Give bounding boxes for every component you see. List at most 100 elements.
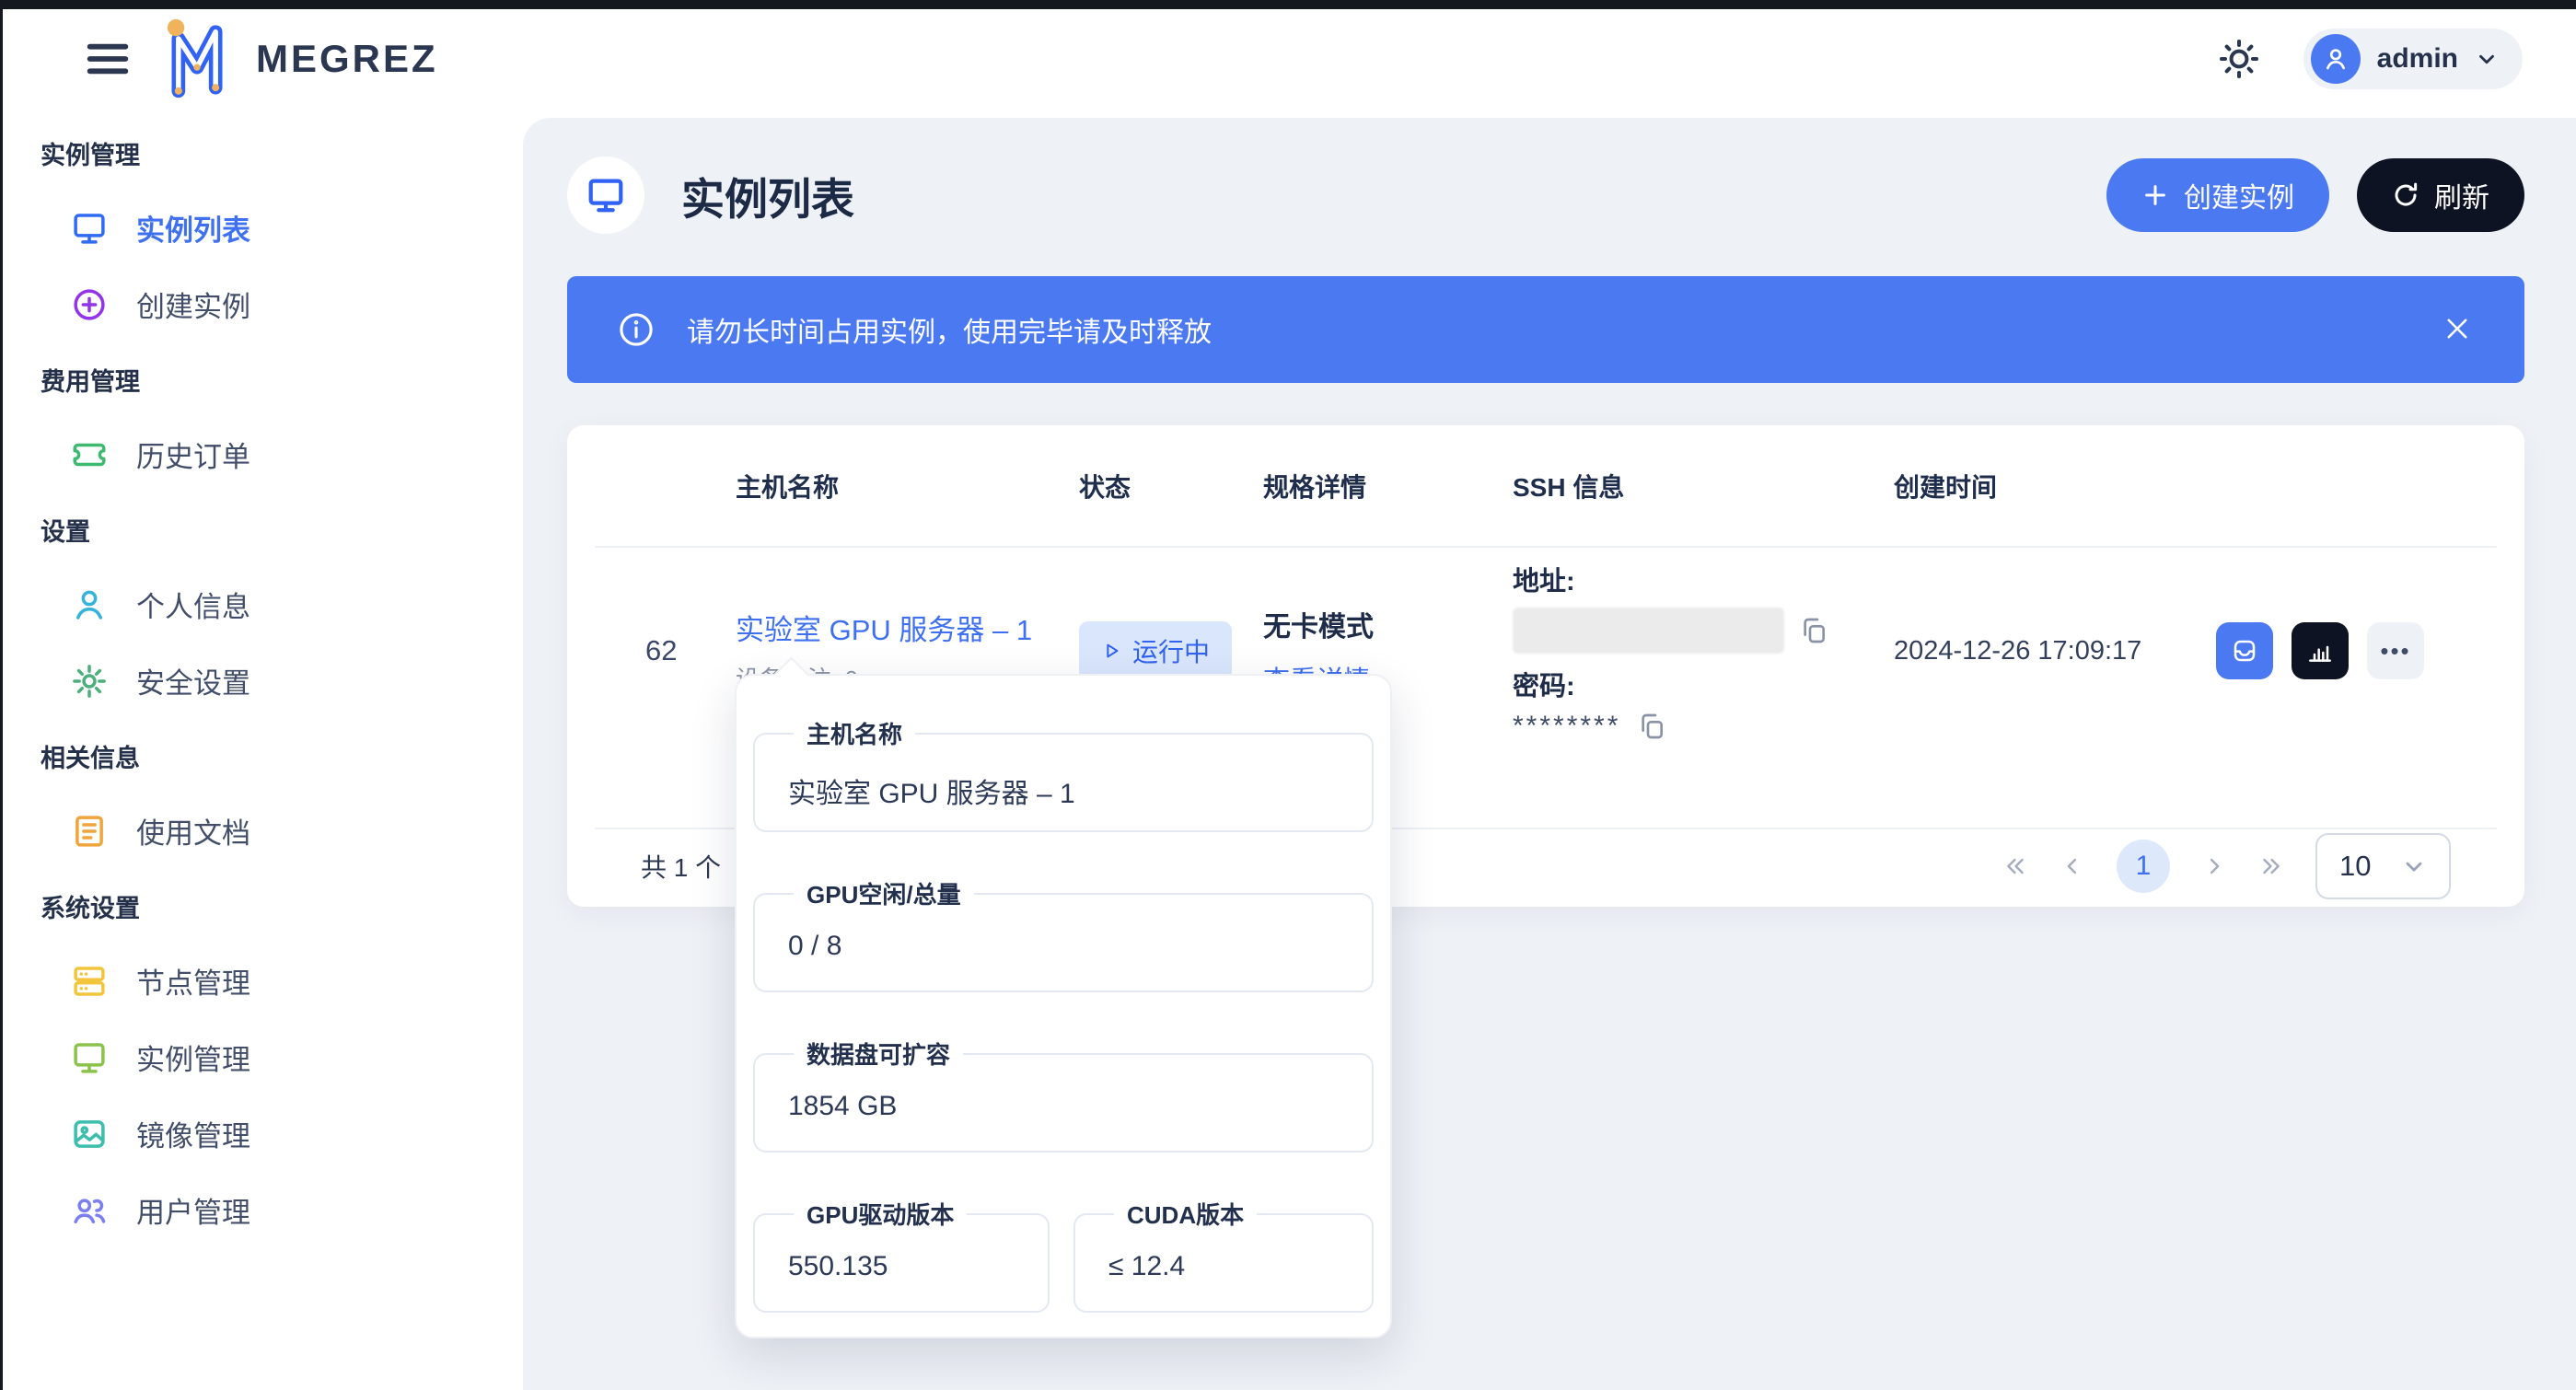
chevron-down-icon xyxy=(2475,47,2499,71)
sidebar-item-security[interactable]: 安全设置 xyxy=(0,643,516,719)
sidebar-item-create-instance[interactable]: 创建实例 xyxy=(0,266,516,342)
col-created-header: 创建时间 xyxy=(1894,468,2216,504)
next-page-icon[interactable] xyxy=(2201,853,2227,879)
popover-field-row: GPU驱动版本 550.135 CUDA版本 ≤ 12.4 xyxy=(753,1197,1374,1313)
plus-icon xyxy=(2141,181,2169,209)
popover-field-disk-expandable: 数据盘可扩容 1854 GB xyxy=(753,1037,1374,1153)
sidebar-item-label: 历史订单 xyxy=(136,434,250,475)
popover-field-label: 数据盘可扩容 xyxy=(794,1037,963,1071)
sidebar-section-billing: 费用管理 xyxy=(0,342,516,416)
notice-banner: 请勿长时间占用实例，使用完毕请及时释放 xyxy=(567,276,2524,383)
user-menu-button[interactable]: admin xyxy=(2303,29,2523,89)
instance-detail-popover: 主机名称 实验室 GPU 服务器 – 1 GPU空闲/总量 0 / 8 数据盘可… xyxy=(735,674,1392,1338)
brand: MEGREZ xyxy=(157,17,438,101)
notice-text: 请勿长时间占用实例，使用完毕请及时释放 xyxy=(687,309,1212,350)
banner-close-button[interactable] xyxy=(2442,313,2475,346)
ssh-address-row xyxy=(1513,608,1894,654)
last-page-icon[interactable] xyxy=(2258,853,2284,879)
copy-icon[interactable] xyxy=(1799,616,1828,645)
prev-page-icon[interactable] xyxy=(2060,853,2085,879)
document-icon xyxy=(70,812,109,851)
monitoring-button[interactable] xyxy=(2292,622,2349,679)
sidebar-item-label: 安全设置 xyxy=(136,660,250,701)
ssh-cell: 地址: 密码: ******** xyxy=(1513,560,1894,742)
pagination: 1 10 xyxy=(2002,833,2451,899)
sidebar-item-order-history[interactable]: 历史订单 xyxy=(0,416,516,492)
sidebar-item-label: 实例列表 xyxy=(136,207,250,249)
popover-field-label: GPU空闲/总量 xyxy=(794,876,974,910)
col-spec-header: 规格详情 xyxy=(1263,468,1513,504)
popover-field-value: ≤ 12.4 xyxy=(1108,1251,1348,1282)
sidebar-section-settings: 设置 xyxy=(0,492,516,566)
image-icon xyxy=(70,1115,109,1153)
col-hostname-header: 主机名称 xyxy=(736,468,1079,504)
created-at: 2024-12-26 17:09:17 xyxy=(1894,636,2216,666)
plus-circle-icon xyxy=(70,285,109,324)
more-actions-button[interactable]: ••• xyxy=(2367,622,2424,679)
sidebar-item-instance-list[interactable]: 实例列表 xyxy=(0,190,516,266)
popover-field-cuda-version: CUDA版本 ≤ 12.4 xyxy=(1073,1197,1374,1313)
username: admin xyxy=(2377,43,2458,75)
window-left-edge xyxy=(0,0,3,1390)
popover-field-gpu-driver: GPU驱动版本 550.135 xyxy=(753,1197,1050,1313)
ssh-address-label: 地址: xyxy=(1513,560,1894,598)
password-masked: ******** xyxy=(1513,711,1620,742)
topbar: MEGREZ admin xyxy=(0,9,2576,109)
inbox-icon xyxy=(2230,636,2259,666)
menu-toggle-button[interactable] xyxy=(81,32,134,86)
col-ssh-header: SSH 信息 xyxy=(1513,468,1894,504)
total-count: 共 1 个 xyxy=(641,848,721,885)
hostname-link[interactable]: 实验室 GPU 服务器 – 1 xyxy=(736,607,1079,648)
brand-name: MEGREZ xyxy=(256,37,438,81)
create-instance-button[interactable]: 创建实例 xyxy=(2106,158,2329,232)
sidebar: 实例管理 实例列表 创建实例 费用管理 历史订单 设置 个人信息 安全设置 相关… xyxy=(0,109,516,1390)
hamburger-icon xyxy=(81,32,134,86)
refresh-button[interactable]: 刷新 xyxy=(2357,158,2524,232)
actions-cell: ••• xyxy=(2216,622,2497,679)
page-header: 实例列表 创建实例 刷新 xyxy=(567,156,2524,234)
refresh-icon xyxy=(2392,181,2419,209)
page-size-select[interactable]: 10 xyxy=(2315,833,2451,899)
copy-icon[interactable] xyxy=(1637,712,1666,741)
sidebar-item-label: 实例管理 xyxy=(136,1037,250,1078)
console-button[interactable] xyxy=(2216,622,2273,679)
play-icon xyxy=(1101,641,1121,661)
sidebar-item-label: 镜像管理 xyxy=(136,1113,250,1154)
refresh-label: 刷新 xyxy=(2434,175,2489,215)
ticket-icon xyxy=(70,435,109,474)
monitor-icon xyxy=(585,174,627,216)
ssh-password-label: 密码: xyxy=(1513,665,1894,703)
status-badge: 运行中 xyxy=(1079,621,1232,680)
popover-field-label: CUDA版本 xyxy=(1114,1197,1257,1231)
sidebar-item-user-mgmt[interactable]: 用户管理 xyxy=(0,1172,516,1248)
theme-toggle-button[interactable] xyxy=(2217,37,2261,81)
first-page-icon[interactable] xyxy=(2002,853,2028,879)
megrez-logo-icon xyxy=(157,17,238,101)
gear-icon xyxy=(70,662,109,701)
ssh-address-redacted xyxy=(1513,608,1784,654)
sidebar-item-node-mgmt[interactable]: 节点管理 xyxy=(0,943,516,1019)
monitor-icon xyxy=(70,1038,109,1077)
sidebar-item-label: 节点管理 xyxy=(136,960,250,1002)
table-header-row: 主机名称 状态 规格详情 SSH 信息 创建时间 xyxy=(595,425,2497,548)
popover-field-label: GPU驱动版本 xyxy=(794,1197,967,1231)
monitor-icon xyxy=(70,209,109,248)
spec-mode: 无卡模式 xyxy=(1263,604,1513,644)
popover-field-hostname: 主机名称 实验室 GPU 服务器 – 1 xyxy=(753,716,1374,832)
sidebar-item-label: 个人信息 xyxy=(136,584,250,625)
sidebar-section-instance-mgmt: 实例管理 xyxy=(0,116,516,190)
popover-field-value: 1854 GB xyxy=(788,1091,1348,1122)
page-number-current[interactable]: 1 xyxy=(2117,840,2170,893)
page-actions: 创建实例 刷新 xyxy=(2106,158,2524,232)
sidebar-item-instance-mgmt[interactable]: 实例管理 xyxy=(0,1019,516,1095)
popover-field-value: 实验室 GPU 服务器 – 1 xyxy=(788,770,1348,811)
popover-field-value: 0 / 8 xyxy=(788,931,1348,962)
info-icon xyxy=(617,310,656,349)
sidebar-item-image-mgmt[interactable]: 镜像管理 xyxy=(0,1095,516,1172)
window-top-edge xyxy=(0,0,2576,9)
sidebar-item-label: 创建实例 xyxy=(136,284,250,325)
users-icon xyxy=(70,1191,109,1230)
user-icon xyxy=(2321,44,2350,74)
sidebar-item-docs[interactable]: 使用文档 xyxy=(0,793,516,869)
sidebar-item-profile[interactable]: 个人信息 xyxy=(0,566,516,643)
